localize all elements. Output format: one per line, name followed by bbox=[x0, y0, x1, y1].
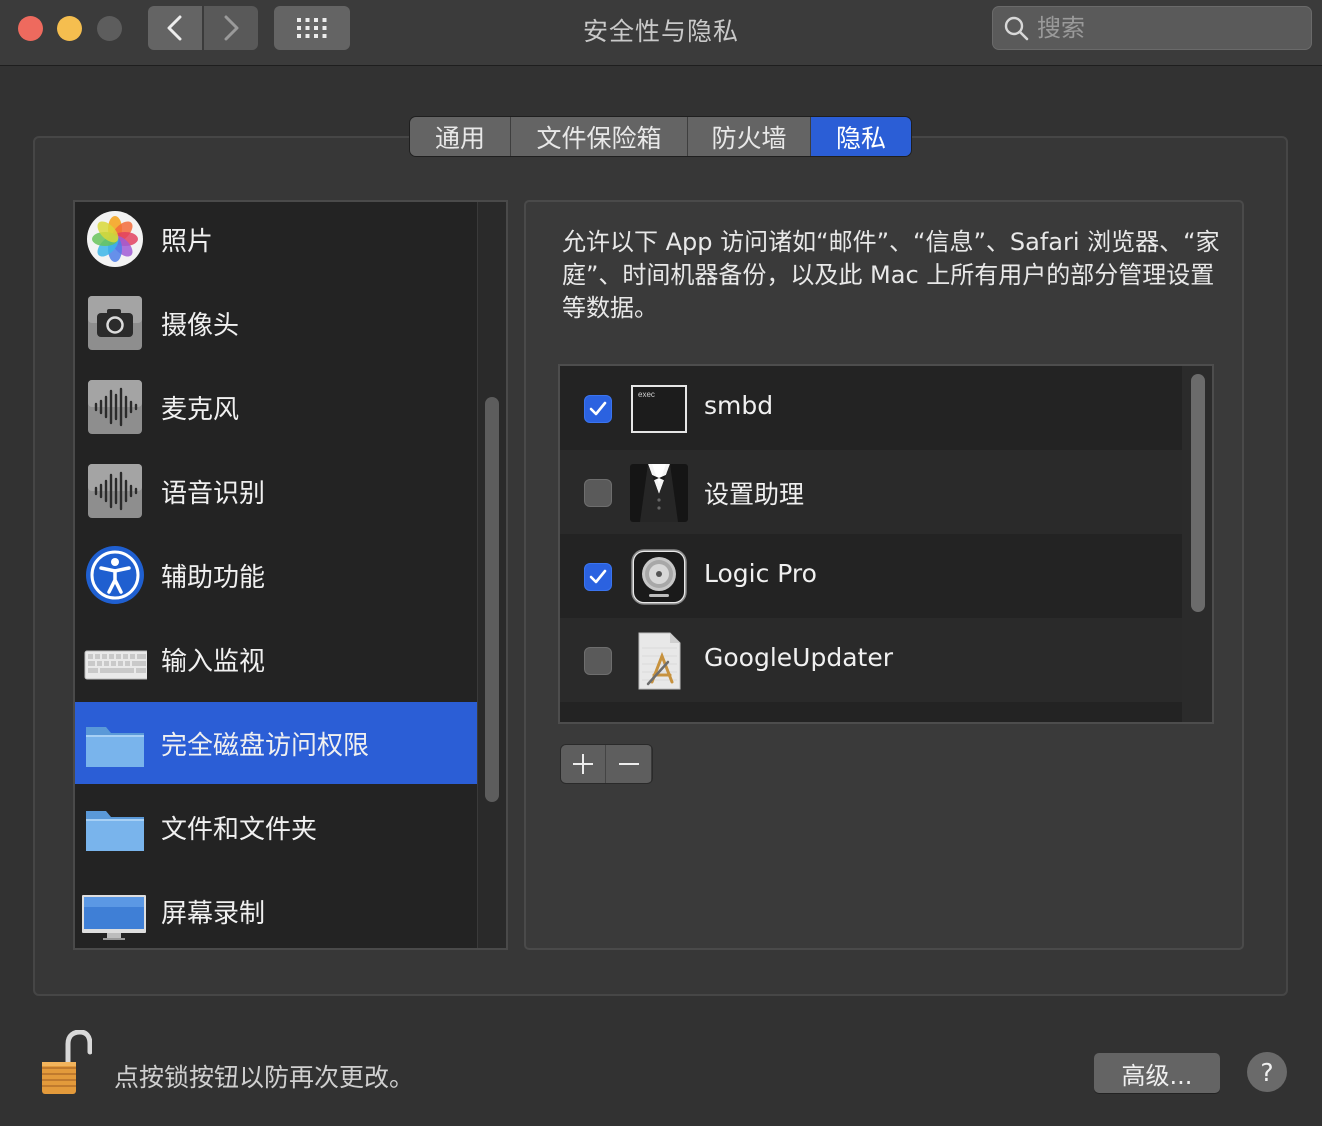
folder-icon bbox=[86, 811, 144, 851]
search-icon bbox=[1004, 16, 1029, 41]
sidebar-item-label: 完全磁盘访问权限 bbox=[161, 730, 370, 761]
exec-label: exec bbox=[638, 390, 655, 399]
checkmark-icon bbox=[589, 569, 607, 584]
help-button[interactable]: ? bbox=[1247, 1052, 1287, 1092]
app-row-smbd[interactable]: exec smbd bbox=[560, 366, 1182, 450]
sidebar-item-label: 语音识别 bbox=[161, 478, 266, 509]
app-row-setup-assistant[interactable]: 设置助理 bbox=[560, 450, 1182, 534]
app-document-icon bbox=[630, 716, 688, 724]
sidebar-item-label: 辅助功能 bbox=[161, 562, 266, 593]
app-name: smbd bbox=[704, 391, 774, 420]
plus-icon bbox=[573, 754, 593, 774]
checkmark-icon bbox=[589, 401, 607, 416]
app-name: 设置助理 bbox=[704, 480, 805, 509]
add-remove-segmented bbox=[561, 745, 652, 783]
accessibility-icon bbox=[86, 546, 144, 604]
app-row-googleupdater[interactable]: GoogleUpdater bbox=[560, 618, 1182, 702]
sidebar-item-speech-recognition[interactable]: 语音识别 bbox=[75, 450, 477, 532]
sidebar-item-input-monitoring[interactable]: 输入监视 bbox=[75, 618, 477, 700]
sidebar-item-label: 文件和文件夹 bbox=[161, 814, 318, 845]
app-list: exec smbd 设置助理 Logic Pro GoogleUpdater bbox=[558, 364, 1214, 724]
sidebar-item-label: 摄像头 bbox=[161, 310, 240, 341]
app-document-icon bbox=[638, 632, 681, 690]
microphone-icon bbox=[88, 380, 142, 434]
speech-recognition-icon bbox=[88, 464, 142, 518]
sidebar-item-full-disk-access[interactable]: 完全磁盘访问权限 bbox=[75, 702, 477, 784]
tab-privacy[interactable]: 隐私 bbox=[811, 117, 911, 156]
tab-general[interactable]: 通用 bbox=[410, 117, 511, 156]
app-list-scrollbar-thumb[interactable] bbox=[1191, 374, 1205, 612]
unlocked-padlock-icon[interactable] bbox=[40, 1030, 92, 1096]
tab-bar: 通用 文件保险箱 防火墙 隐私 bbox=[410, 117, 911, 156]
app-row-partial[interactable] bbox=[560, 702, 1182, 724]
logic-pro-icon bbox=[631, 549, 687, 605]
tab-firewall[interactable]: 防火墙 bbox=[688, 117, 811, 156]
minus-icon bbox=[618, 763, 639, 765]
folder-icon bbox=[86, 727, 144, 767]
app-name: GoogleUpdater bbox=[704, 643, 893, 672]
search-input[interactable] bbox=[1037, 14, 1277, 42]
title-bar: 安全性与隐私 bbox=[0, 0, 1322, 66]
search-field[interactable] bbox=[992, 6, 1312, 50]
sidebar-item-label: 屏幕录制 bbox=[161, 898, 266, 929]
advanced-button[interactable]: 高级... bbox=[1094, 1053, 1220, 1093]
checkbox-setup-assistant[interactable] bbox=[584, 479, 612, 507]
sidebar-item-label: 照片 bbox=[161, 226, 214, 257]
checkbox-logic-pro[interactable] bbox=[584, 563, 612, 591]
remove-app-button[interactable] bbox=[606, 745, 651, 783]
sidebar-item-label: 麦克风 bbox=[161, 394, 240, 425]
checkbox-smbd[interactable] bbox=[584, 395, 612, 423]
detail-panel: 允许以下 App 访问诸如“邮件”、“信息”、Safari 浏览器、“家庭”、时… bbox=[524, 200, 1244, 950]
checkbox-googleupdater[interactable] bbox=[584, 647, 612, 675]
sidebar-item-photos[interactable]: 照片 bbox=[75, 202, 477, 280]
camera-icon bbox=[88, 296, 142, 350]
sidebar-item-microphone[interactable]: 麦克风 bbox=[75, 366, 477, 448]
exec-terminal-icon: exec bbox=[631, 385, 687, 433]
add-app-button[interactable] bbox=[561, 745, 606, 783]
photos-icon bbox=[87, 211, 143, 267]
app-name: Logic Pro bbox=[704, 559, 817, 588]
privacy-category-list: 照片 摄像头 麦克风 语音识别 辅助功能 输入监视 完全磁盘访问权限 文件和文件… bbox=[73, 200, 508, 950]
app-row-logic-pro[interactable]: Logic Pro bbox=[560, 534, 1182, 618]
sidebar-item-screen-recording[interactable]: 屏幕录制 bbox=[75, 870, 477, 948]
lock-hint-text: 点按锁按钮以防再次更改。 bbox=[114, 1063, 415, 1092]
description-text: 允许以下 App 访问诸如“邮件”、“信息”、Safari 浏览器、“家庭”、时… bbox=[562, 228, 1220, 322]
sidebar-item-accessibility[interactable]: 辅助功能 bbox=[75, 534, 477, 616]
sidebar-item-files-and-folders[interactable]: 文件和文件夹 bbox=[75, 786, 477, 868]
tuxedo-icon bbox=[630, 464, 688, 522]
sidebar-item-camera[interactable]: 摄像头 bbox=[75, 282, 477, 364]
keyboard-icon bbox=[84, 650, 147, 680]
scrollbar-thumb[interactable] bbox=[485, 397, 499, 802]
display-icon bbox=[82, 895, 146, 940]
sidebar-item-label: 输入监视 bbox=[161, 646, 266, 677]
tab-filevault[interactable]: 文件保险箱 bbox=[511, 117, 688, 156]
